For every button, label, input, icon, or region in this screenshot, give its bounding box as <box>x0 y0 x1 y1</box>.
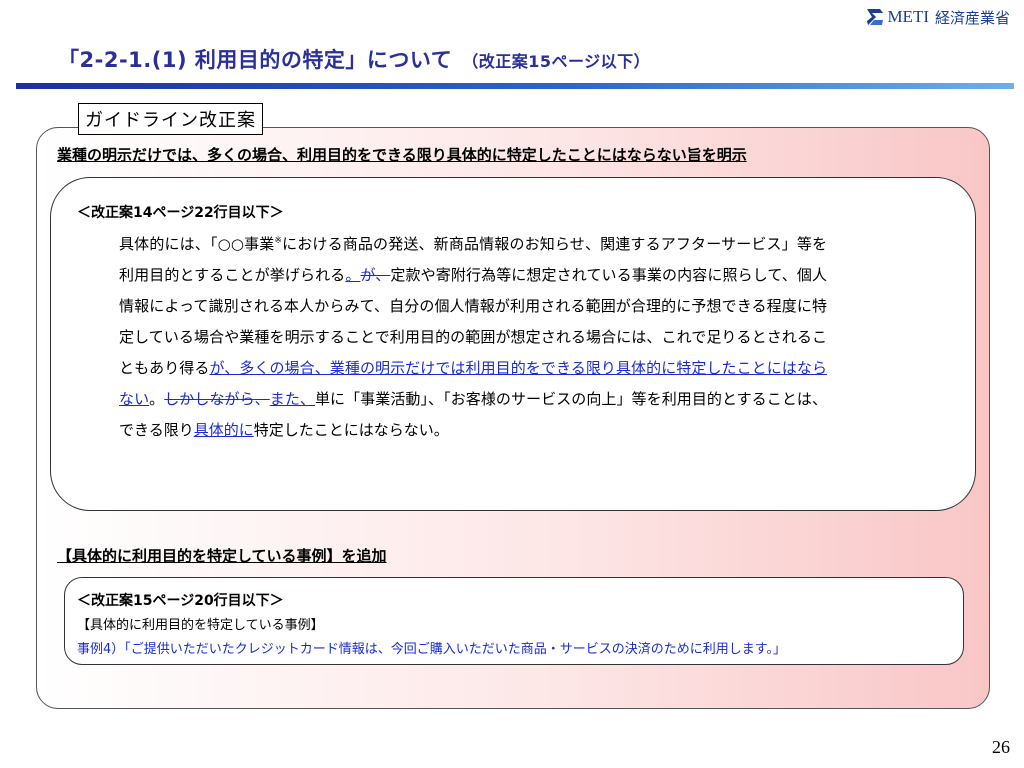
section2-headline: 【具体的に利用目的を特定している事例】を追加 <box>57 547 387 565</box>
page-title-main: 「2-2-1.(1) 利用目的の特定」について <box>58 48 453 72</box>
example-4-text: 事例4）「ご提供いただいたクレジットカード情報は、今回ご購入いただいた商品・サー… <box>77 642 786 657</box>
asterisk-mark: ※ <box>274 236 283 246</box>
title-rule <box>16 83 1014 89</box>
page-number: 26 <box>992 737 1010 757</box>
deleted-text-2: しかしながら、 <box>164 390 270 408</box>
section1-headline: 業種の明示だけでは、多くの場合、利用目的をできる限り具体的に特定したことにはなら… <box>57 146 747 164</box>
logo-brand-text: METI <box>887 7 929 26</box>
inserted-text-3: また、 <box>269 390 315 408</box>
amendment-body-text: 具体的には、「○○事業※における商品の発送、新商品情報のお知らせ、関連するアフタ… <box>119 226 827 446</box>
inserted-text-4: 具体的に <box>193 421 254 439</box>
guideline-tab-label: ガイドライン改正案 <box>78 103 263 135</box>
meti-logo-icon <box>867 9 884 25</box>
page-title: 「2-2-1.(1) 利用目的の特定」について （改正案15ページ以下） <box>58 44 650 74</box>
amendment-box-1-ref: ＜改正案14ページ22行目以下＞ <box>77 205 284 221</box>
amendment-box-2-ref: ＜改正案15ページ20行目以下＞ <box>77 593 284 609</box>
deleted-text-1: が、 <box>360 266 391 284</box>
body-text-4: 。 <box>149 390 165 408</box>
amendment-box-1: ＜改正案14ページ22行目以下＞ 具体的には、「○○事業※における商品の発送、新… <box>50 177 976 511</box>
page-title-subtitle: （改正案15ページ以下） <box>462 52 651 71</box>
amendment-box-2: ＜改正案15ページ20行目以下＞ 【具体的に利用目的を特定している事例】 事例4… <box>64 577 964 665</box>
inserted-text-1: 。 <box>345 266 361 284</box>
logo-ministry-text: 経済産業省 <box>934 8 1010 27</box>
meti-logo: METI 経済産業省 <box>865 6 1010 28</box>
body-text-1: 具体的には、「○○事業 <box>119 235 275 253</box>
body-text-6: 特定したことにはならない。 <box>253 421 449 439</box>
example-heading: 【具体的に利用目的を特定している事例】 <box>77 618 324 633</box>
